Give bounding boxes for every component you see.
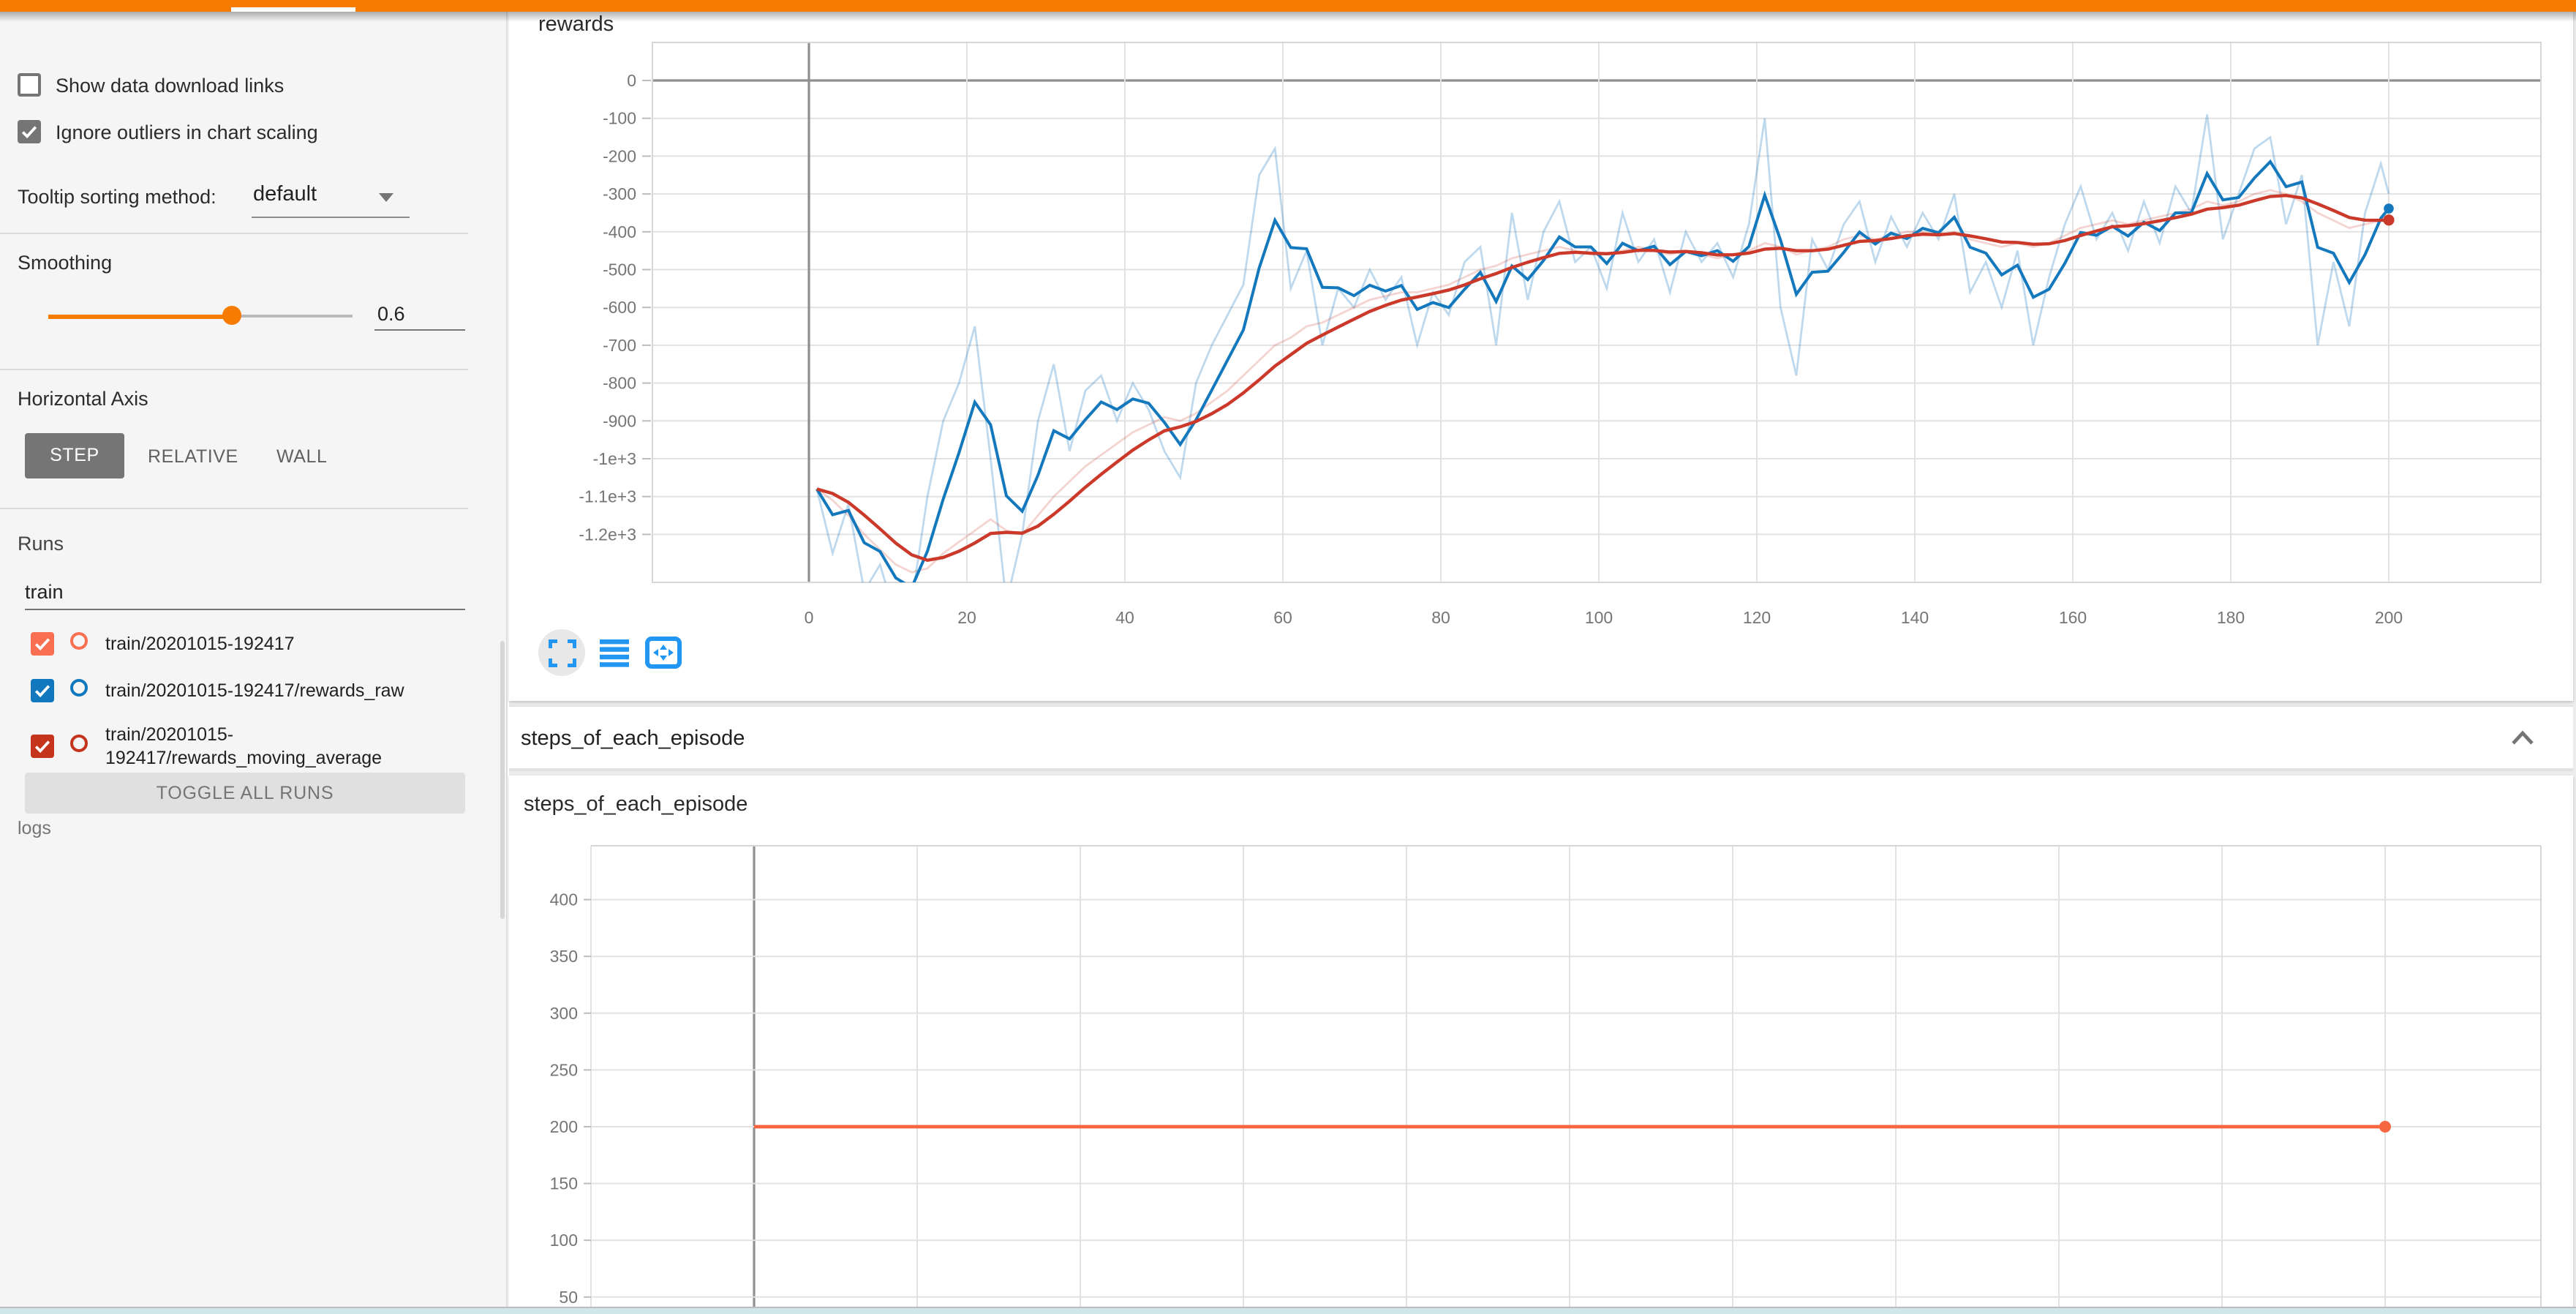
axis-option-step[interactable]: STEP (25, 433, 124, 478)
collapse-chevron-icon[interactable] (2510, 727, 2535, 749)
svg-text:140: 140 (1901, 608, 1929, 627)
rewards-chart-card: rewards 0-100-200-300-400-500-600-700-80… (509, 12, 2573, 701)
run-checkbox-1[interactable] (31, 632, 54, 656)
svg-text:-100: -100 (603, 109, 636, 128)
divider (0, 508, 468, 509)
axis-option-wall[interactable]: WALL (276, 446, 328, 467)
settings-sidebar: Show data download links Ignore outliers… (0, 12, 508, 1314)
show-download-links-label: Show data download links (56, 75, 284, 97)
tooltip-sorting-select[interactable]: default (253, 183, 317, 206)
steps-line-chart[interactable]: 400 350 300 250 200 150 100 50 (509, 776, 2573, 1314)
svg-text:-900: -900 (603, 411, 636, 430)
svg-text:0: 0 (805, 608, 814, 627)
svg-text:-300: -300 (603, 184, 636, 203)
svg-text:200: 200 (550, 1117, 578, 1136)
tooltip-sorting-underline (252, 217, 410, 218)
svg-text:400: 400 (550, 890, 578, 909)
svg-text:350: 350 (550, 947, 578, 966)
svg-text:-1.2e+3: -1.2e+3 (579, 525, 636, 544)
svg-text:-800: -800 (603, 374, 636, 393)
svg-text:150: 150 (550, 1174, 578, 1193)
run-label-2: train/20201015-192417/rewards_raw (105, 680, 474, 703)
svg-text:-1.1e+3: -1.1e+3 (579, 487, 636, 506)
check-icon (19, 121, 39, 142)
svg-text:180: 180 (2217, 608, 2245, 627)
logs-directory-label: logs (18, 818, 51, 838)
svg-text:120: 120 (1743, 608, 1771, 627)
svg-text:50: 50 (559, 1288, 578, 1307)
svg-text:20: 20 (957, 608, 976, 627)
svg-text:-500: -500 (603, 260, 636, 279)
fullscreen-icon[interactable] (549, 639, 576, 667)
rewards-chart-toolbar (538, 628, 714, 680)
svg-text:80: 80 (1431, 608, 1450, 627)
svg-text:-1e+3: -1e+3 (593, 449, 636, 468)
run-checkbox-3[interactable] (31, 735, 54, 758)
svg-text:200: 200 (2375, 608, 2403, 627)
run-radio-2[interactable] (70, 679, 88, 697)
svg-text:-200: -200 (603, 146, 636, 165)
data-table-icon[interactable] (600, 639, 629, 667)
svg-text:100: 100 (1585, 608, 1613, 627)
app-header-bar (0, 0, 2576, 12)
svg-text:250: 250 (550, 1060, 578, 1079)
smoothing-slider-fill (48, 314, 231, 318)
steps-section-header[interactable]: steps_of_each_episode (509, 705, 2573, 770)
svg-text:-700: -700 (603, 336, 636, 355)
svg-text:-600: -600 (603, 298, 636, 317)
fit-domain-icon[interactable] (645, 637, 682, 669)
dashboard-main: rewards 0-100-200-300-400-500-600-700-80… (509, 12, 2576, 1314)
svg-text:300: 300 (550, 1004, 578, 1023)
dropdown-arrow-icon[interactable] (379, 193, 393, 202)
tensorboard-app: Show data download links Ignore outliers… (0, 0, 2576, 1314)
runs-filter-input[interactable] (25, 581, 465, 610)
toggle-all-runs-button[interactable]: TOGGLE ALL RUNS (25, 773, 465, 814)
svg-text:0: 0 (627, 71, 636, 90)
svg-text:100: 100 (550, 1231, 578, 1250)
steps-section-title: steps_of_each_episode (521, 727, 745, 751)
svg-text:60: 60 (1273, 608, 1292, 627)
svg-text:40: 40 (1115, 608, 1134, 627)
active-tab-indicator (231, 7, 355, 12)
sidebar-scrollbar[interactable] (500, 641, 505, 919)
show-download-links-checkbox[interactable] (18, 73, 41, 97)
axis-option-relative[interactable]: RELATIVE (148, 446, 238, 467)
check-icon (32, 736, 53, 757)
run-radio-1[interactable] (70, 632, 88, 650)
check-icon (32, 680, 53, 701)
run-label-3: train/20201015-192417/rewards_moving_ave… (105, 724, 474, 770)
horizontal-axis-label: Horizontal Axis (18, 388, 148, 410)
svg-text:160: 160 (2059, 608, 2087, 627)
run-checkbox-2[interactable] (31, 679, 54, 702)
smoothing-slider-thumb[interactable] (222, 306, 241, 325)
smoothing-label: Smoothing (18, 252, 112, 274)
tooltip-sorting-label: Tooltip sorting method: (18, 186, 216, 208)
ignore-outliers-label: Ignore outliers in chart scaling (56, 121, 318, 143)
divider (0, 233, 468, 234)
ignore-outliers-checkbox[interactable] (18, 120, 41, 143)
smoothing-value-input[interactable] (374, 303, 465, 331)
svg-text:-400: -400 (603, 222, 636, 241)
divider (0, 369, 468, 370)
bottom-edge-strip (0, 1307, 2576, 1314)
runs-label: Runs (18, 533, 64, 555)
run-label-1: train/20201015-192417 (105, 634, 474, 656)
steps-chart-card: steps_of_each_episode 400350300250200150… (509, 776, 2573, 1314)
check-icon (32, 634, 53, 654)
run-radio-3[interactable] (70, 735, 88, 752)
rewards-line-chart[interactable]: 0 -100 -200 -300 -400 -500 -600 -700 -800 -900 -1e… (509, 12, 2573, 701)
